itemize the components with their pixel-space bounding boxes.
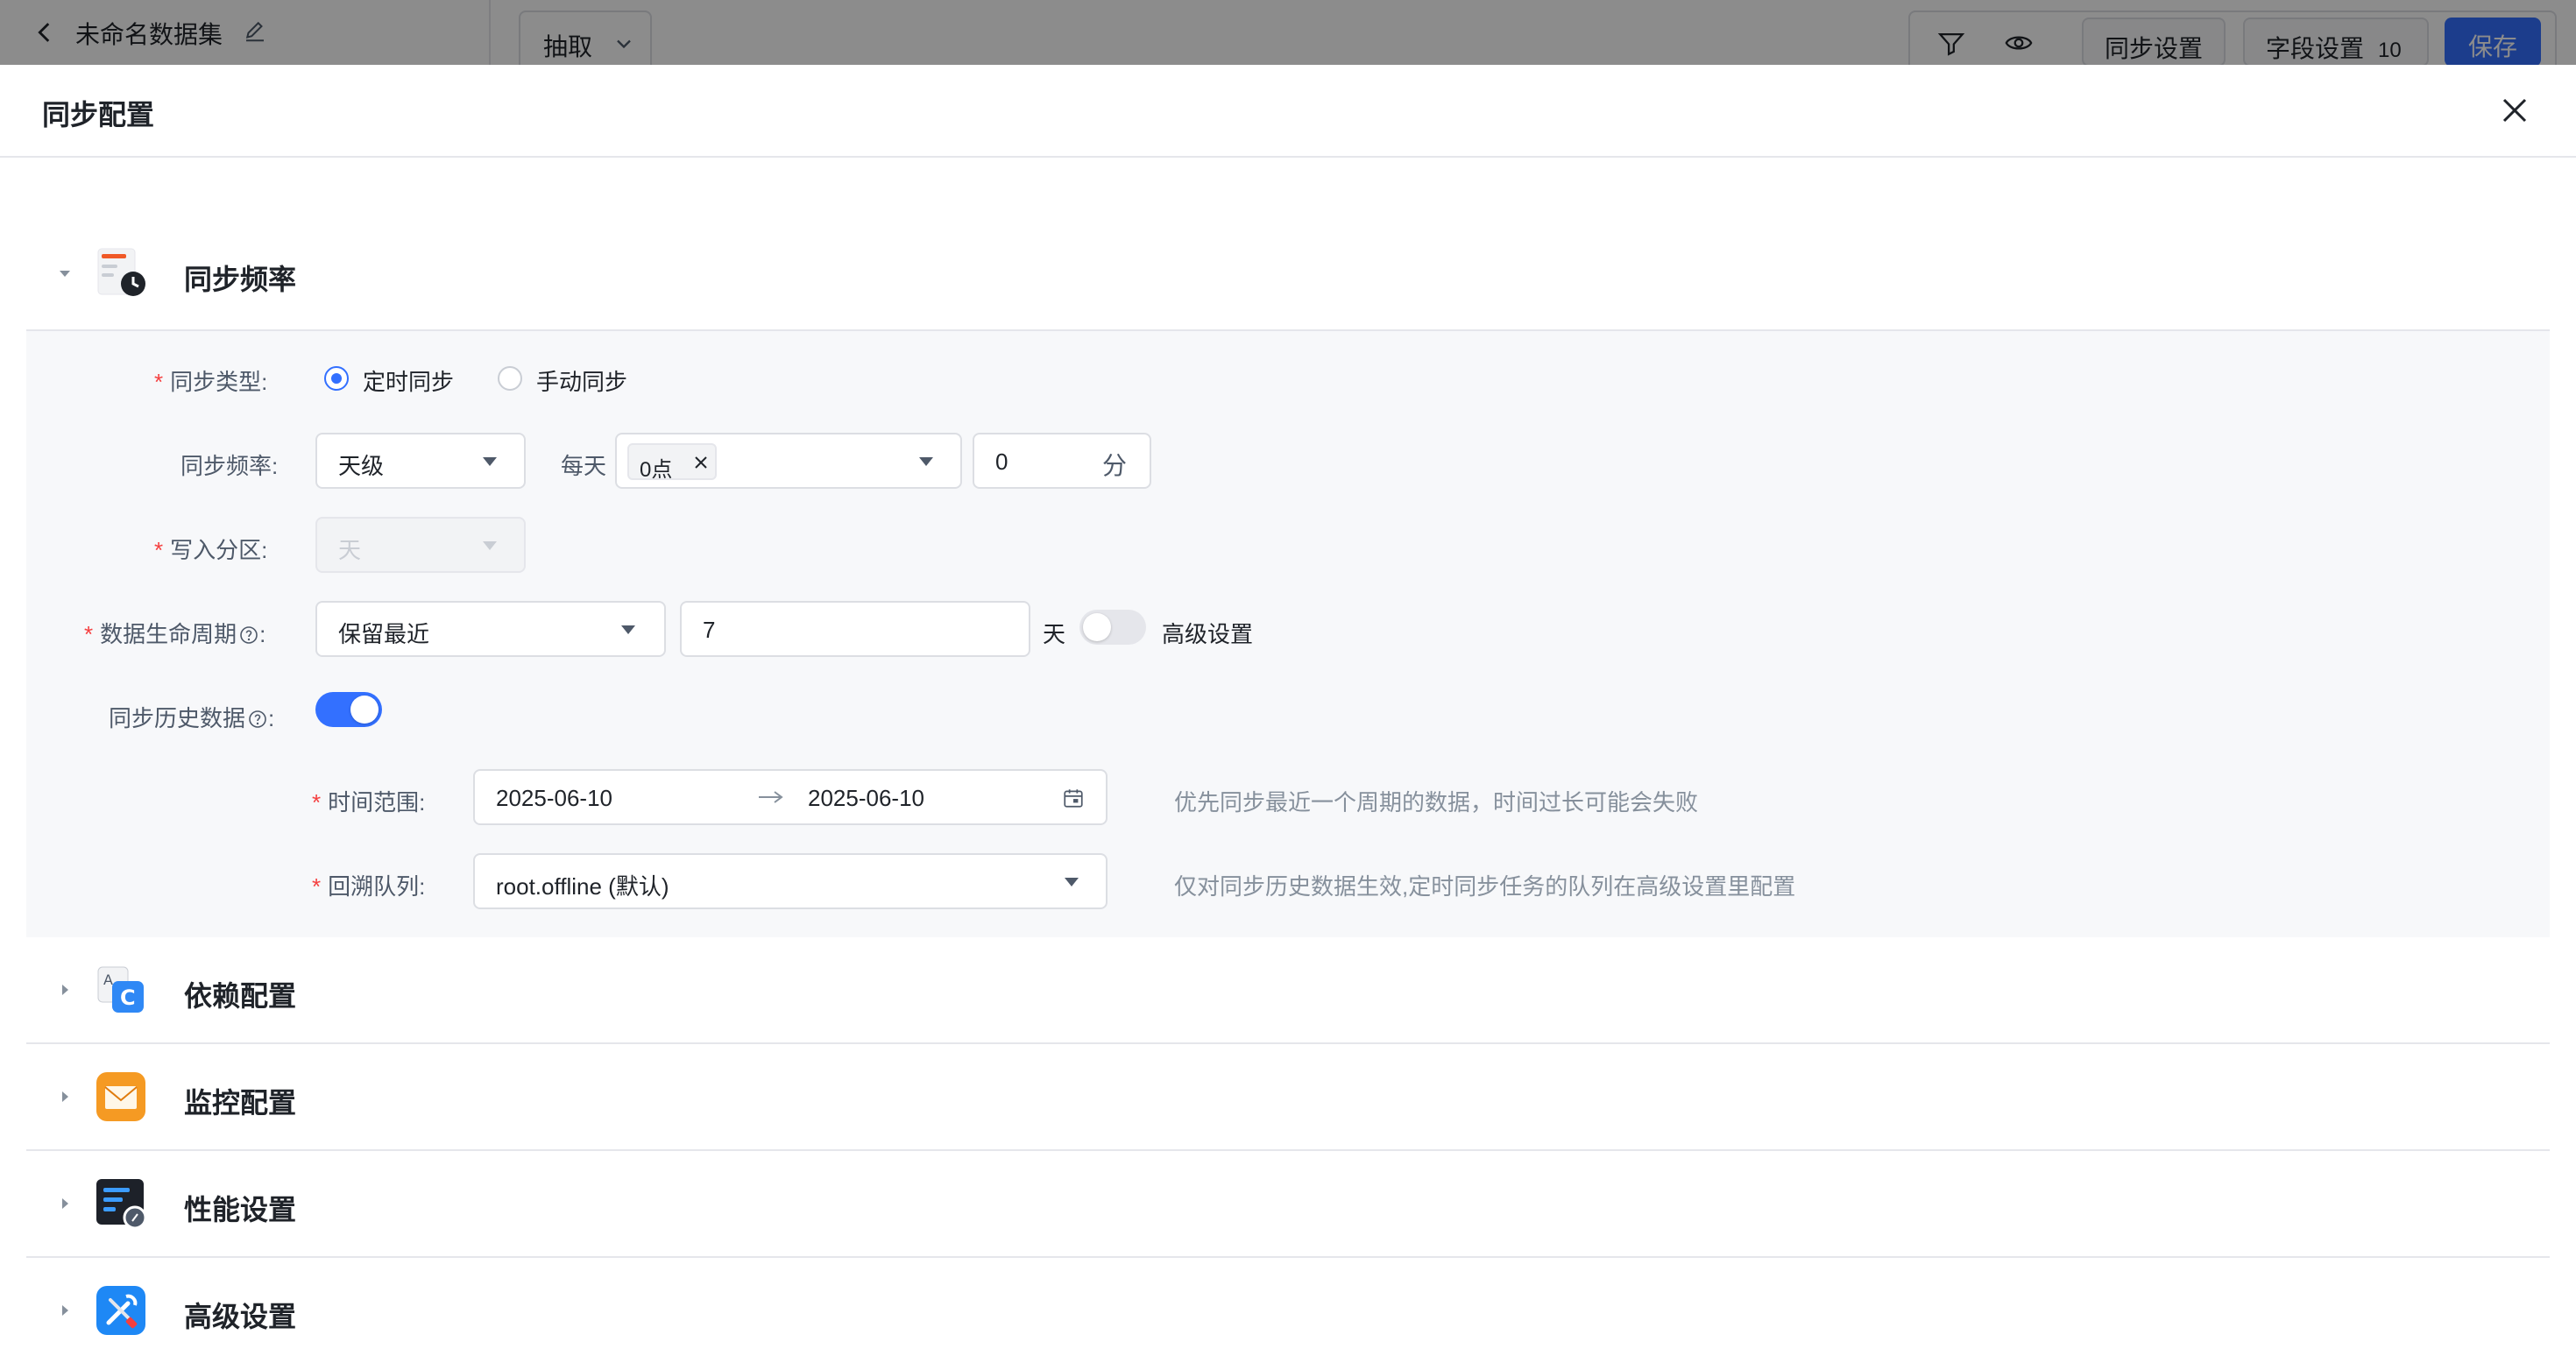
advanced-lifecycle-toggle[interactable] xyxy=(1079,610,1146,645)
sync-type-label-text: 同步类型: xyxy=(170,369,268,395)
caret-right-icon xyxy=(62,1305,68,1316)
mail-icon xyxy=(96,1072,145,1121)
backfill-queue-label-text: 回溯队列: xyxy=(328,873,426,900)
radio-manual-sync[interactable] xyxy=(498,366,522,391)
close-icon[interactable] xyxy=(2499,95,2530,126)
lifecycle-days-value: 7 xyxy=(703,617,716,643)
sync-history-toggle[interactable] xyxy=(315,692,382,727)
sync-frequency-form: * 同步类型: 定时同步 手动同步 同步频率: 天级 每天 0点 0 分 * 写… xyxy=(26,331,2550,937)
svg-text:C: C xyxy=(120,985,136,1010)
required-mark: * xyxy=(312,789,322,816)
time-range-hint: 优先同步最近一个周期的数据，时间过长可能会失败 xyxy=(1174,789,1699,816)
section-header-performance[interactable]: 性能设置 xyxy=(26,1151,2550,1256)
question-circle-icon[interactable] xyxy=(238,625,259,646)
backfill-queue-label: * 回溯队列: xyxy=(312,869,425,901)
advanced-lifecycle-label: 高级设置 xyxy=(1162,621,1254,647)
required-mark: * xyxy=(84,621,94,647)
sync-type-label: * 同步类型: xyxy=(154,364,267,397)
caret-right-icon xyxy=(62,1198,68,1209)
section-title-advanced: 高级设置 xyxy=(184,1301,297,1332)
lifecycle-mode-value: 保留最近 xyxy=(338,621,430,647)
lifecycle-days-unit: 天 xyxy=(1043,621,1066,647)
lifecycle-label-suffix: : xyxy=(259,621,266,647)
backfill-queue-value: root.offline (默认) xyxy=(496,873,669,900)
minute-suffix: 分 xyxy=(1102,452,1128,479)
question-circle-icon[interactable] xyxy=(247,709,268,730)
caret-down-icon xyxy=(60,271,70,277)
section-header-dependency[interactable]: A C 依赖配置 xyxy=(26,937,2550,1042)
tools-icon xyxy=(96,1286,145,1335)
performance-icon xyxy=(96,1179,147,1230)
close-icon[interactable] xyxy=(692,454,710,471)
modal-mask[interactable] xyxy=(0,0,2576,65)
arrow-right-icon xyxy=(759,791,783,803)
section-performance: 性能设置 xyxy=(26,1151,2550,1258)
sync-frequency-label: 同步频率: xyxy=(180,453,279,479)
history-label-suffix: : xyxy=(268,705,275,731)
drawer-title: 同步配置 xyxy=(42,99,155,131)
daily-label: 每天 xyxy=(561,453,607,479)
partition-value: 天 xyxy=(338,537,362,563)
toggle-knob xyxy=(1083,613,1111,641)
backfill-queue-hint: 仅对同步历史数据生效,定时同步任务的队列在高级设置里配置 xyxy=(1174,873,1796,900)
time-range-picker[interactable]: 2025-06-10 2025-06-10 xyxy=(473,769,1108,825)
time-range-end[interactable]: 2025-06-10 xyxy=(808,785,924,812)
lifecycle-label-text: 数据生命周期 xyxy=(100,621,237,647)
calendar-icon xyxy=(1064,789,1083,808)
time-range-label: * 时间范围: xyxy=(312,785,425,817)
radio-scheduled-sync[interactable] xyxy=(324,366,349,391)
caret-down-icon xyxy=(483,541,497,550)
svg-text:A: A xyxy=(103,971,113,988)
schedule-clock-icon xyxy=(97,248,145,296)
history-label: 同步历史数据: xyxy=(109,701,274,733)
frequency-unit-select[interactable]: 天级 xyxy=(315,433,526,489)
radio-manual-sync-label[interactable]: 手动同步 xyxy=(536,364,627,397)
required-mark: * xyxy=(312,873,322,900)
lifecycle-days-input[interactable]: 7 xyxy=(680,601,1030,657)
partition-label-text: 写入分区: xyxy=(170,537,268,563)
sync-config-drawer: 同步配置 同步频率 * 同步类型: 定时同步 手动同步 同步频率: 天级 每天 … xyxy=(0,65,2576,1363)
lifecycle-label: * 数据生命周期: xyxy=(84,617,265,649)
section-header-sync-frequency[interactable]: 同步频率 xyxy=(26,221,2550,331)
minute-value: 0 xyxy=(995,448,1008,475)
hour-tag: 0点 xyxy=(627,443,717,482)
section-header-advanced[interactable]: 高级设置 xyxy=(26,1258,2550,1363)
required-mark: * xyxy=(154,537,164,563)
required-mark: * xyxy=(154,369,164,395)
section-title-sync-frequency: 同步频率 xyxy=(184,264,297,295)
caret-down-icon xyxy=(621,625,635,634)
section-title-performance: 性能设置 xyxy=(184,1194,297,1225)
partition-select: 天 xyxy=(315,517,526,573)
caret-right-icon xyxy=(62,985,68,995)
minute-input[interactable]: 0 分 xyxy=(973,433,1151,489)
lifecycle-mode-select[interactable]: 保留最近 xyxy=(315,601,666,657)
caret-right-icon xyxy=(62,1091,68,1102)
section-title-monitoring: 监控配置 xyxy=(184,1087,297,1119)
drawer-header: 同步配置 xyxy=(0,65,2576,158)
section-header-monitoring[interactable]: 监控配置 xyxy=(26,1044,2550,1149)
section-dependency: A C 依赖配置 xyxy=(26,937,2550,1044)
section-sync-frequency: 同步频率 * 同步类型: 定时同步 手动同步 同步频率: 天级 每天 0点 0 … xyxy=(26,158,2550,937)
history-label-text: 同步历史数据 xyxy=(109,705,246,731)
partition-label: * 写入分区: xyxy=(154,533,267,565)
caret-down-icon xyxy=(1065,878,1079,886)
time-range-start[interactable]: 2025-06-10 xyxy=(496,785,612,812)
caret-down-icon xyxy=(483,457,497,466)
time-range-label-text: 时间范围: xyxy=(328,789,426,816)
frequency-unit-value: 天级 xyxy=(338,453,385,479)
section-advanced: 高级设置 xyxy=(26,1258,2550,1363)
dependency-icon: A C xyxy=(97,966,144,1013)
hour-multiselect[interactable]: 0点 xyxy=(615,433,962,489)
backfill-queue-select[interactable]: root.offline (默认) xyxy=(473,853,1108,909)
radio-scheduled-sync-label[interactable]: 定时同步 xyxy=(363,364,454,397)
caret-down-icon xyxy=(919,457,933,466)
hour-tag-text: 0点 xyxy=(640,458,673,482)
section-title-dependency: 依赖配置 xyxy=(184,980,297,1012)
toggle-knob xyxy=(350,696,379,724)
section-monitoring: 监控配置 xyxy=(26,1044,2550,1151)
